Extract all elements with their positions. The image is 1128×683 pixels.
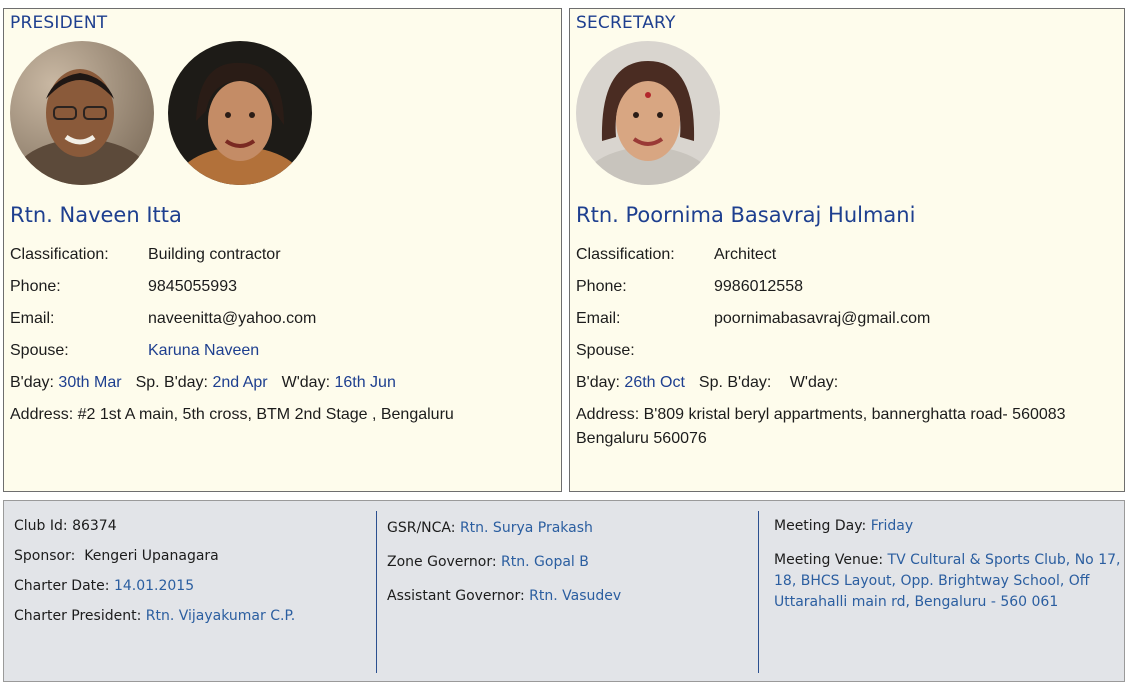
classification-value: Architect: [714, 246, 777, 263]
sponsor-label: Sponsor:: [14, 548, 76, 564]
bday-label: B'day:: [10, 374, 54, 391]
column-divider: [376, 511, 377, 673]
detail-row: Spouse: Karuna Naveen: [10, 335, 551, 367]
president-details: Classification: Building contractor Phon…: [10, 239, 551, 427]
meeting-column: Meeting Day: Friday Meeting Venue: TV Cu…: [774, 511, 1124, 613]
phone-label: Phone:: [10, 278, 61, 295]
role-heading: SECRETARY: [576, 13, 676, 33]
meeting-day-value: Friday: [870, 518, 914, 534]
club-column: Club Id: 86374 Sponsor: Kengeri Upanagar…: [14, 511, 374, 631]
email-value[interactable]: naveenitta@yahoo.com: [148, 303, 316, 335]
bday-value: 30th Mar: [58, 374, 122, 391]
zone-governor: Zone Governor: Rtn. Gopal B: [387, 545, 747, 579]
role-heading: PRESIDENT: [10, 13, 108, 33]
meeting-venue-label: Meeting Venue:: [774, 552, 884, 568]
secretary-details: Classification: Architect Phone: 9986012…: [576, 239, 1114, 451]
zone-governor-value: Rtn. Gopal B: [501, 554, 589, 570]
spouse-label: Spouse:: [10, 342, 69, 359]
secretary-photo: [576, 41, 720, 185]
secretary-panel: SECRETARY Rtn. Poornima Basavraj Hulmani…: [569, 8, 1125, 492]
meeting-venue: Meeting Venue: TV Cultural & Sports Club…: [774, 550, 1124, 613]
wday-label: W'day:: [281, 374, 331, 391]
sponsor: Sponsor: Kengeri Upanagara: [14, 541, 374, 571]
classification-value: Building contractor: [148, 246, 281, 263]
charter-president-label: Charter President:: [14, 608, 142, 624]
assistant-governor: Assistant Governor: Rtn. Vasudev: [387, 579, 747, 613]
charter-date-label: Charter Date:: [14, 578, 110, 594]
email-label: Email:: [576, 310, 621, 327]
detail-row: Email: poornimabasavraj@gmail.com: [576, 303, 1114, 335]
detail-row: Classification: Architect: [576, 239, 1114, 271]
detail-row: Phone: 9845055993: [10, 271, 551, 303]
sp-bday-value: 2nd Apr: [212, 374, 268, 391]
detail-row: Phone: 9986012558: [576, 271, 1114, 303]
meeting-day: Meeting Day: Friday: [774, 511, 1124, 541]
bday-label: B'day:: [576, 374, 620, 391]
email-label: Email:: [10, 310, 55, 327]
president-spouse-photo: [168, 41, 312, 185]
assistant-governor-label: Assistant Governor:: [387, 588, 525, 604]
charter-date-value: 14.01.2015: [113, 578, 195, 594]
dates-row: B'day: 30th Mar Sp. B'day: 2nd Apr W'day: …: [10, 367, 551, 399]
phone-value[interactable]: 9845055993: [148, 271, 237, 303]
secretary-photos: [576, 41, 720, 185]
charter-president: Charter President: Rtn. Vijayakumar C.P.: [14, 601, 374, 631]
sp-bday-label: Sp. B'day:: [135, 374, 208, 391]
meeting-day-label: Meeting Day:: [774, 518, 867, 534]
detail-row: Spouse:: [576, 335, 1114, 367]
club-info-footer: Club Id: 86374 Sponsor: Kengeri Upanagar…: [3, 500, 1125, 682]
assistant-governor-value: Rtn. Vasudev: [529, 588, 622, 604]
detail-row: Email: naveenitta@yahoo.com: [10, 303, 551, 335]
classification-label: Classification:: [576, 246, 675, 263]
president-photo: [10, 41, 154, 185]
wday-value: 16th Jun: [334, 374, 396, 391]
phone-value[interactable]: 9986012558: [714, 271, 803, 303]
classification-label: Classification:: [10, 246, 109, 263]
president-name: Rtn. Naveen Itta: [10, 203, 182, 227]
address: Address: B'809 kristal beryl appartments…: [576, 406, 1066, 447]
sp-bday-label: Sp. B'day:: [698, 374, 772, 391]
governors-column: GSR/NCA: Rtn. Surya Prakash Zone Governo…: [387, 511, 747, 613]
spouse-value: Karuna Naveen: [148, 342, 260, 359]
charter-president-value: Rtn. Vijayakumar C.P.: [145, 608, 296, 624]
email-value[interactable]: poornimabasavraj@gmail.com: [714, 303, 930, 335]
president-panel: PRESIDENT Rtn. Naveen Itta Classificatio…: [3, 8, 562, 492]
club-id-value: 86374: [72, 518, 117, 534]
dates-row: B'day: 26th Oct Sp. B'day: W'day:: [576, 367, 1114, 399]
club-id-label: Club Id:: [14, 518, 68, 534]
secretary-name: Rtn. Poornima Basavraj Hulmani: [576, 203, 916, 227]
detail-row: Classification: Building contractor: [10, 239, 551, 271]
charter-date: Charter Date: 14.01.2015: [14, 571, 374, 601]
president-photos: [10, 41, 312, 185]
bday-value: 26th Oct: [624, 374, 685, 391]
spouse-label: Spouse:: [576, 342, 635, 359]
sponsor-value: Kengeri Upanagara: [84, 548, 219, 564]
gsr-value: Rtn. Surya Prakash: [459, 520, 593, 536]
gsr-label: GSR/NCA:: [387, 520, 456, 536]
column-divider: [758, 511, 759, 673]
zone-governor-label: Zone Governor:: [387, 554, 497, 570]
wday-label: W'day:: [789, 374, 839, 391]
phone-label: Phone:: [576, 278, 627, 295]
club-id: Club Id: 86374: [14, 511, 374, 541]
address: Address: #2 1st A main, 5th cross, BTM 2…: [10, 406, 454, 423]
gsr-nca: GSR/NCA: Rtn. Surya Prakash: [387, 511, 747, 545]
